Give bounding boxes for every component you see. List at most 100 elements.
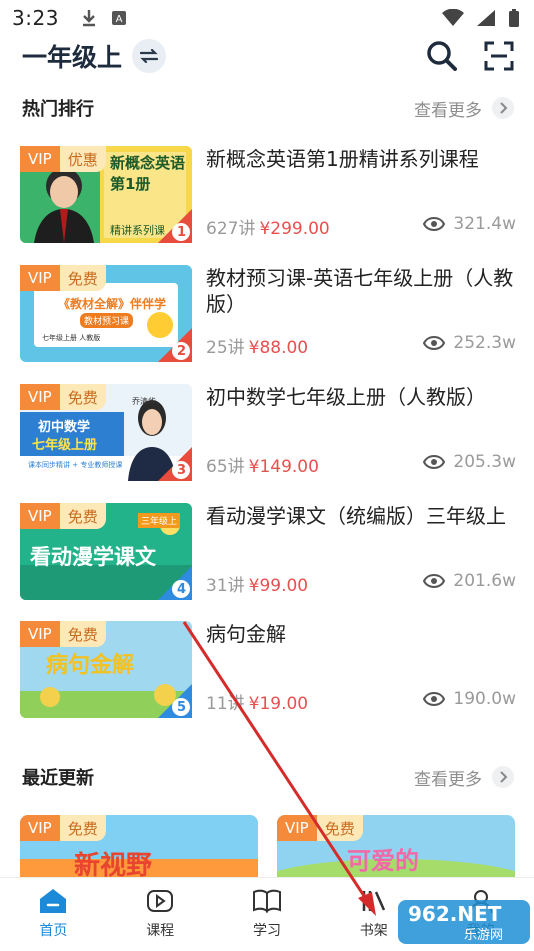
chevron-right-icon: [492, 766, 514, 788]
watermark-text: 962.NET: [408, 902, 502, 926]
eye-icon: [423, 217, 446, 231]
status-bar: 3:23 A: [0, 0, 534, 36]
nav-label: 课程: [146, 923, 175, 939]
course-meta: 65讲 ¥149.00: [206, 452, 319, 477]
rank-badge: [158, 447, 192, 481]
thumbnail-subtext-2: 七年级上册 人教版: [42, 334, 101, 342]
nav-label: 学习: [252, 923, 281, 939]
more-label: 查看更多: [414, 769, 482, 790]
download-icon: [82, 10, 95, 27]
view-count: 190.0w: [423, 689, 516, 709]
thumbnail-text: 《教材全解》伴伴学: [58, 297, 167, 311]
signal-icon: [477, 10, 495, 26]
svg-text:A: A: [116, 14, 123, 25]
recent-course-card[interactable]: VIP 免费 可爱的: [277, 815, 515, 877]
status-notification-icons: A: [81, 9, 127, 27]
course-title: 看动漫学课文（统编版）三年级上: [206, 504, 506, 528]
battery-icon: [509, 9, 519, 27]
course-title: 教材预习课-英语七年级上册（人教版）: [206, 266, 514, 316]
course-item[interactable]: 初中数学 七年级上册 课本同步精讲 + 专业教师授课 乔清华 VIP 免费 3 …: [20, 384, 516, 482]
rank-number: 4: [177, 582, 187, 597]
eye-icon: [423, 574, 446, 588]
hot-more-link[interactable]: 查看更多: [414, 96, 514, 121]
recent-course-card[interactable]: VIP 免费 新视野: [20, 815, 258, 877]
eye-icon: [423, 692, 446, 706]
lesson-count: 65讲: [206, 457, 245, 477]
course-item[interactable]: 看动漫学课文 三年级上 VIP 免费 4 看动漫学课文（统编版）三年级上 31讲…: [20, 503, 516, 601]
eye-icon: [423, 336, 446, 350]
view-count: 205.3w: [423, 452, 516, 472]
vip-badge: VIP 免费: [20, 815, 106, 841]
rank-badge: [158, 328, 192, 362]
grade-switch-button[interactable]: [132, 39, 167, 73]
thumbnail-subtext-2: 课本同步精讲 + 专业教师授课: [28, 461, 123, 469]
view-count: 321.4w: [423, 214, 516, 234]
course-price: ¥99.00: [248, 576, 309, 596]
teacher-name: 乔清华: [132, 397, 156, 406]
course-price: ¥88.00: [248, 338, 309, 358]
search-icon[interactable]: [426, 40, 458, 72]
thumbnail-subtext: 精讲系列课: [110, 224, 165, 237]
rank-badge: [158, 684, 192, 718]
view-count: 201.6w: [423, 571, 516, 591]
rank-badge: [158, 566, 192, 600]
course-price: ¥19.00: [248, 694, 309, 714]
rank-number: 1: [177, 225, 187, 240]
vip-badge: VIP 免费: [20, 621, 106, 647]
course-meta: 31讲 ¥99.00: [206, 571, 308, 596]
rank-number: 2: [177, 344, 187, 359]
vip-badge: VIP 免费: [20, 265, 106, 291]
app-notification-icon: A: [111, 11, 126, 25]
vip-badge: VIP 免费: [277, 815, 363, 841]
more-label: 查看更多: [414, 100, 482, 121]
course-item[interactable]: 病句金解 VIP 免费 5 病句金解 11讲 ¥19.00 190.0w: [20, 621, 516, 719]
course-title: 病句金解: [206, 622, 286, 646]
course-item[interactable]: 《教材全解》伴伴学 教材预习课 七年级上册 人教版 VIP 免费 2 教材预习课…: [20, 265, 516, 363]
thumbnail-text: 新概念英语第1册: [110, 154, 186, 193]
play-icon: [147, 890, 174, 912]
rank-number: 3: [177, 463, 187, 478]
watermark-subtext: 乐游网: [464, 928, 504, 943]
nav-label: 书架: [359, 923, 388, 939]
vip-badge: VIP 免费: [20, 384, 106, 410]
status-system-icons: [442, 8, 520, 28]
thumbnail-text: 初中数学: [38, 420, 91, 435]
lesson-count: 25讲: [206, 338, 245, 358]
lesson-count: 31讲: [206, 576, 245, 596]
hot-section-header: 热门排行 查看更多: [0, 93, 534, 123]
course-item[interactable]: 新概念英语第1册 精讲系列课 VIP 优惠 1 新概念英语第1册精讲系列课程 6…: [20, 146, 516, 244]
recent-more-link[interactable]: 查看更多: [414, 765, 514, 790]
thumbnail-text: 新视野: [74, 851, 153, 877]
nav-study[interactable]: 学习: [214, 878, 321, 951]
thumbnail-text: 可爱的: [347, 847, 419, 875]
header-actions: [426, 40, 514, 72]
chevron-right-icon: [492, 97, 514, 119]
eye-icon: [423, 455, 446, 469]
book-open-icon: [252, 889, 281, 913]
thumbnail-subtext: 教材预习课: [80, 313, 134, 328]
status-time: 3:23: [12, 6, 59, 30]
app-header: 一年级上: [0, 36, 534, 76]
vip-badge: VIP 免费: [20, 503, 106, 529]
nav-courses[interactable]: 课程: [107, 878, 214, 951]
view-count: 252.3w: [423, 333, 516, 353]
course-meta: 11讲 ¥19.00: [206, 689, 308, 714]
section-title: 最近更新: [22, 768, 94, 789]
section-title: 热门排行: [22, 99, 94, 120]
recent-section-header: 最近更新 查看更多: [0, 762, 534, 792]
home-icon: [40, 889, 67, 913]
rank-badge: [158, 209, 192, 243]
course-title: 初中数学七年级上册（人教版）: [206, 385, 486, 409]
bookshelf-icon: [362, 891, 385, 911]
course-meta: 627讲 ¥299.00: [206, 214, 330, 239]
thumbnail-text: 病句金解: [46, 653, 135, 678]
scan-icon[interactable]: [484, 41, 514, 71]
course-price: ¥149.00: [248, 457, 319, 477]
grade-title[interactable]: 一年级上: [22, 38, 122, 74]
nav-home[interactable]: 首页: [0, 878, 107, 951]
swap-icon: [140, 49, 159, 63]
rank-number: 5: [177, 700, 187, 715]
wifi-icon: [442, 9, 464, 26]
lesson-count: 627讲: [206, 219, 256, 239]
thumbnail-subtext: 三年级上: [138, 513, 181, 528]
